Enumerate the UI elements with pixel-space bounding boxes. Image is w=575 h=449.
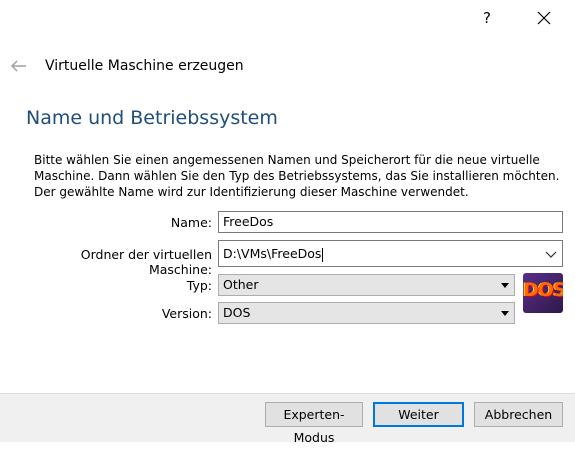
- next-button[interactable]: Weiter: [373, 402, 464, 427]
- window-title: Virtuelle Maschine erzeugen: [45, 58, 244, 74]
- name-input-value: FreeDos: [223, 214, 274, 229]
- type-select-value: Other: [223, 277, 259, 292]
- dropdown-arrow-icon: [501, 283, 509, 288]
- folder-combobox-value: D:\VMs\FreeDos: [223, 246, 322, 261]
- folder-combobox[interactable]: D:\VMs\FreeDos: [218, 240, 563, 267]
- text-cursor: [322, 247, 324, 262]
- page-description: Bitte wählen Sie einen angemessenen Name…: [34, 153, 560, 199]
- folder-label: Ordner der virtuellen Maschine:: [80, 247, 212, 277]
- page-title: Name und Betriebssystem: [26, 107, 278, 129]
- chevron-down-icon[interactable]: [545, 248, 557, 260]
- expert-mode-button[interactable]: Experten-Modus: [265, 402, 363, 445]
- name-input[interactable]: FreeDos: [218, 211, 563, 233]
- close-icon[interactable]: [532, 6, 556, 30]
- cancel-button[interactable]: Abbrechen: [474, 402, 563, 427]
- version-select[interactable]: DOS: [218, 302, 515, 324]
- os-icon-label: DOS: [523, 279, 563, 301]
- type-select[interactable]: Other: [218, 274, 515, 296]
- dos-os-icon: DOS: [523, 273, 563, 313]
- help-button[interactable]: ?: [476, 6, 498, 30]
- dropdown-arrow-icon: [501, 311, 509, 316]
- type-label: Typ:: [186, 278, 212, 293]
- version-label: Version:: [161, 306, 212, 321]
- version-select-value: DOS: [223, 305, 251, 320]
- back-arrow-icon[interactable]: [10, 57, 28, 75]
- name-label: Name:: [170, 215, 212, 230]
